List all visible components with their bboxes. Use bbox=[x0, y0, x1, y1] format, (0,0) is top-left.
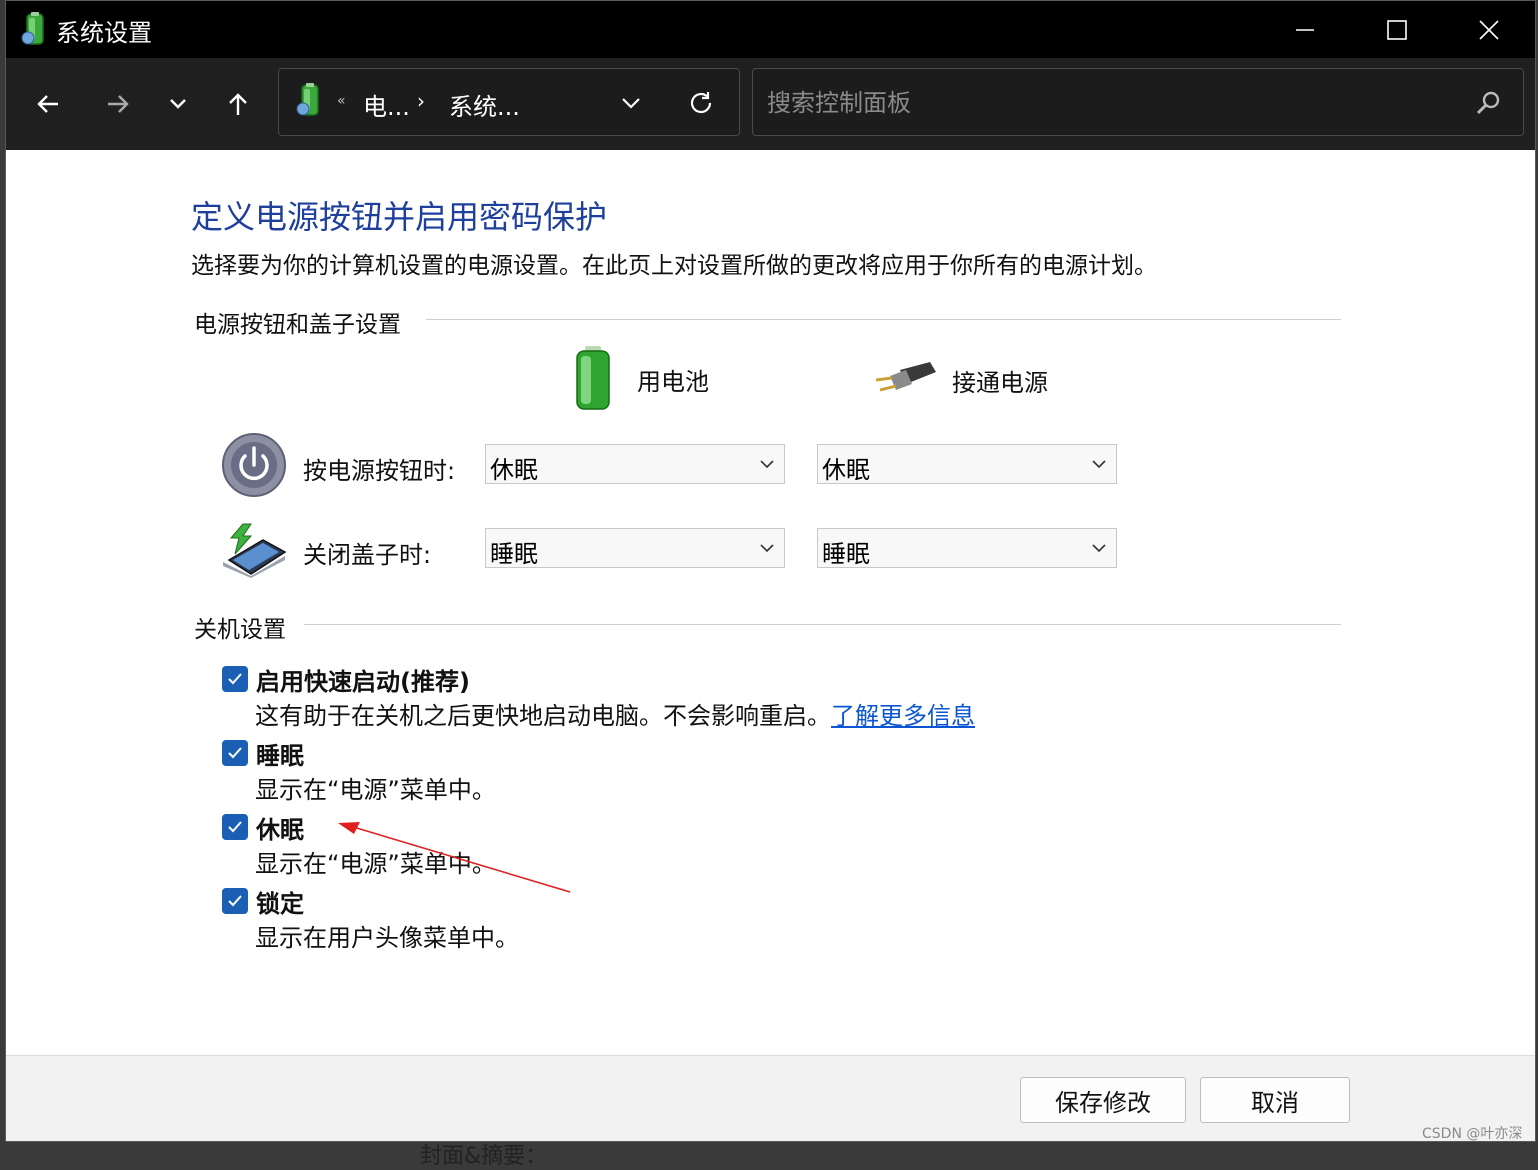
power-button-plugged-select[interactable]: 休眠 bbox=[817, 444, 1117, 484]
learn-more-link[interactable]: 了解更多信息 bbox=[831, 702, 975, 730]
lock-title: 锁定 bbox=[256, 890, 304, 918]
background-window-text: 封面&摘要： bbox=[420, 1144, 548, 1169]
navigation-bar: « 电... › 系统... bbox=[6, 58, 1535, 150]
checkmark-icon bbox=[228, 673, 242, 685]
maximize-button[interactable] bbox=[1351, 1, 1443, 58]
select-value: 睡眠 bbox=[822, 540, 870, 568]
checkmark-icon bbox=[228, 895, 242, 907]
group-divider bbox=[304, 624, 1341, 625]
power-button-icon bbox=[221, 432, 287, 502]
breadcrumb-item-system[interactable]: 系统... bbox=[449, 87, 520, 122]
group-divider bbox=[426, 319, 1341, 320]
select-value: 睡眠 bbox=[490, 540, 538, 568]
power-plug-icon bbox=[875, 362, 936, 392]
address-dropdown-button[interactable] bbox=[615, 87, 647, 119]
watermark: CSDN @叶亦深 bbox=[1422, 1126, 1523, 1142]
search-icon[interactable] bbox=[1473, 88, 1503, 118]
sleep-desc: 显示在“电源”菜单中。 bbox=[255, 776, 496, 804]
arrow-up-icon bbox=[229, 93, 247, 115]
cancel-button[interactable]: 取消 bbox=[1200, 1077, 1350, 1123]
shutdown-group-label: 关机设置 bbox=[194, 610, 300, 644]
chevron-down-icon bbox=[170, 99, 186, 109]
up-button[interactable] bbox=[218, 84, 258, 124]
title-bar: 系统设置 bbox=[6, 1, 1535, 58]
lock-desc: 显示在用户头像菜单中。 bbox=[255, 924, 519, 952]
hibernate-checkbox[interactable] bbox=[222, 814, 248, 840]
arrow-left-icon bbox=[37, 95, 58, 113]
select-value: 休眠 bbox=[490, 456, 538, 484]
battery-column-label: 用电池 bbox=[637, 367, 709, 396]
battery-location-icon bbox=[295, 83, 325, 117]
chevron-down-icon bbox=[622, 98, 640, 109]
system-settings-window: 系统设置 « 电... › 系统... 搜索控制面板 定义电源按钮并启用密码保护… bbox=[5, 0, 1536, 1142]
forward-button[interactable] bbox=[98, 84, 138, 124]
breadcrumb-item-power[interactable]: 电... bbox=[363, 87, 410, 122]
close-icon bbox=[1479, 19, 1499, 40]
window-title: 系统设置 bbox=[56, 19, 152, 47]
battery-icon bbox=[576, 346, 610, 410]
hibernate-title: 休眠 bbox=[256, 816, 304, 844]
power-button-row-label: 按电源按钮时: bbox=[303, 457, 456, 485]
lock-checkbox[interactable] bbox=[222, 888, 248, 914]
chevron-down-icon bbox=[760, 544, 774, 553]
laptop-lid-icon bbox=[221, 520, 287, 582]
checkmark-icon bbox=[228, 747, 242, 759]
power-button-battery-select[interactable]: 休眠 bbox=[485, 444, 785, 484]
save-changes-button[interactable]: 保存修改 bbox=[1020, 1077, 1186, 1123]
page-description: 选择要为你的计算机设置的电源设置。在此页上对设置所做的更改将应用于你所有的电源计… bbox=[191, 253, 1157, 279]
battery-app-icon bbox=[20, 12, 50, 46]
address-bar[interactable]: « 电... › 系统... bbox=[278, 68, 740, 136]
power-buttons-group-label: 电源按钮和盖子设置 bbox=[194, 305, 415, 339]
close-button[interactable] bbox=[1443, 1, 1535, 58]
breadcrumb-overflow[interactable]: « bbox=[337, 93, 346, 109]
annotation-arrow-icon bbox=[338, 822, 571, 893]
refresh-icon bbox=[690, 92, 712, 114]
maximize-icon bbox=[1387, 19, 1407, 40]
fast-startup-checkbox[interactable] bbox=[222, 666, 248, 692]
lid-plugged-select[interactable]: 睡眠 bbox=[817, 528, 1117, 568]
search-box[interactable] bbox=[752, 68, 1524, 136]
minimize-icon bbox=[1296, 28, 1314, 31]
lid-battery-select[interactable]: 睡眠 bbox=[485, 528, 785, 568]
recent-locations-button[interactable] bbox=[158, 84, 198, 124]
fast-startup-title: 启用快速启动(推荐) bbox=[256, 668, 470, 696]
sleep-title: 睡眠 bbox=[256, 742, 304, 770]
chevron-down-icon bbox=[1092, 460, 1106, 469]
checkmark-icon bbox=[228, 821, 242, 833]
lid-row-label: 关闭盖子时: bbox=[303, 541, 432, 569]
plugged-in-column-header: 接通电源 bbox=[872, 360, 1048, 400]
page-title: 定义电源按钮并启用密码保护 bbox=[191, 198, 608, 236]
fast-startup-desc: 这有助于在关机之后更快地启动电脑。不会影响重启。了解更多信息 bbox=[255, 696, 975, 731]
back-button[interactable] bbox=[28, 84, 68, 124]
breadcrumb-separator[interactable]: › bbox=[417, 89, 425, 113]
plugged-in-column-label: 接通电源 bbox=[952, 368, 1048, 397]
main-content: 定义电源按钮并启用密码保护 选择要为你的计算机设置的电源设置。在此页上对设置所做… bbox=[6, 150, 1535, 1055]
chevron-down-icon bbox=[1092, 544, 1106, 553]
arrow-right-icon bbox=[108, 95, 129, 113]
search-input[interactable] bbox=[765, 83, 1449, 123]
sleep-checkbox[interactable] bbox=[222, 740, 248, 766]
minimize-button[interactable] bbox=[1259, 1, 1351, 58]
chevron-down-icon bbox=[760, 460, 774, 469]
refresh-button[interactable] bbox=[683, 85, 719, 121]
battery-column-header: 用电池 bbox=[571, 346, 709, 412]
fast-startup-desc-text: 这有助于在关机之后更快地启动电脑。不会影响重启。 bbox=[255, 702, 831, 730]
dialog-footer: 保存修改 取消 bbox=[6, 1055, 1535, 1141]
select-value: 休眠 bbox=[822, 456, 870, 484]
